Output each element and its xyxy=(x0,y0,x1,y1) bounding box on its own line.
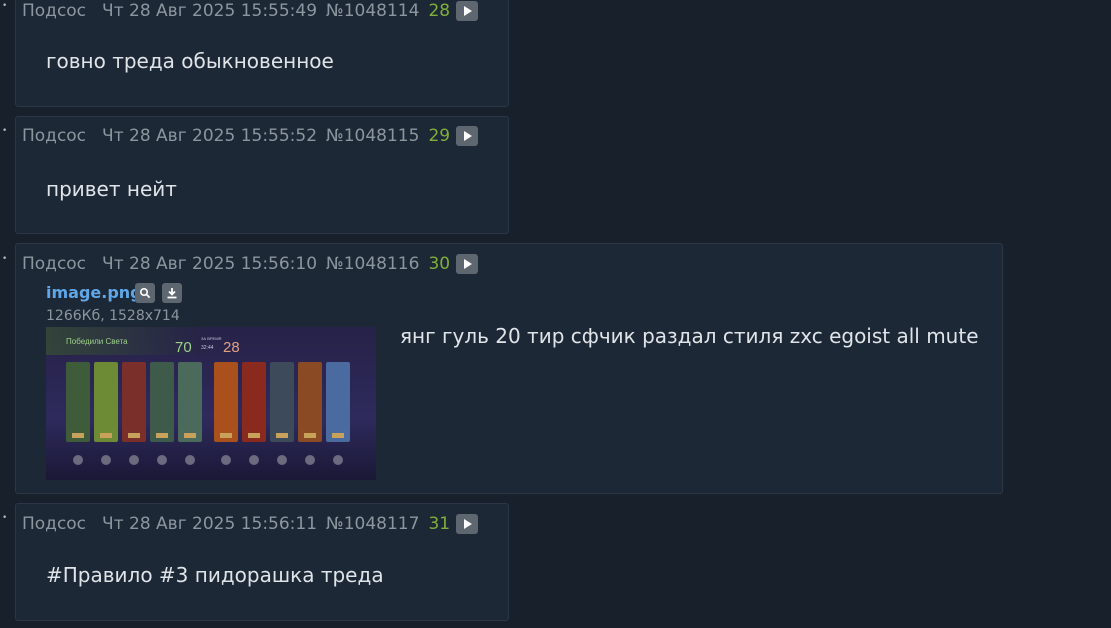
post-header: Подсос Чт 28 Авг 2025 15:56:10 №1048116 … xyxy=(22,253,479,275)
post-header: Подсос Чт 28 Авг 2025 15:56:11 №1048117 … xyxy=(22,513,479,535)
play-icon[interactable] xyxy=(456,254,479,274)
post-author: Подсос xyxy=(22,514,87,534)
post: Подсос Чт 28 Авг 2025 15:56:11 №1048117 … xyxy=(15,503,509,621)
post-number-link[interactable]: №1048114 xyxy=(326,1,419,21)
thumb-small-bottom: 32:44 xyxy=(201,345,214,351)
post-date: Чт 28 Авг 2025 15:56:10 xyxy=(102,254,318,274)
post-author: Подсос xyxy=(22,254,87,274)
post-text: #Правило #3 пидорашка треда xyxy=(46,563,384,587)
post: Подсос Чт 28 Авг 2025 15:56:10 №1048116 … xyxy=(15,243,1003,494)
thumbnail-art: Победили Света 70 ЗА ВРЕМЯ 32:44 28 xyxy=(46,327,376,480)
file-meta: 1266Кб, 1528x714 xyxy=(46,308,180,324)
thumb-title: Победили Света xyxy=(66,337,128,346)
play-icon[interactable] xyxy=(456,514,479,534)
play-icon[interactable] xyxy=(456,126,479,146)
post-header: Подсос Чт 28 Авг 2025 15:55:49 №1048114 … xyxy=(22,0,479,22)
post-marker: • xyxy=(2,1,8,11)
post-count: 31 xyxy=(428,514,451,534)
thumb-small-top: ЗА ВРЕМЯ xyxy=(201,336,222,341)
post-text: привет нейт xyxy=(46,177,177,201)
post: Подсос Чт 28 Авг 2025 15:55:49 №1048114 … xyxy=(15,0,509,107)
post-author: Подсос xyxy=(22,126,87,146)
magnifier-icon[interactable] xyxy=(135,283,155,303)
post-count: 29 xyxy=(428,126,451,146)
thread: • Подсос Чт 28 Авг 2025 15:55:49 №104811… xyxy=(0,0,1111,628)
post-number-link[interactable]: №1048116 xyxy=(326,254,419,274)
file-link[interactable]: image.png xyxy=(46,283,142,302)
thumb-score-left: 70 xyxy=(175,339,192,356)
image-thumbnail[interactable]: Победили Света 70 ЗА ВРЕМЯ 32:44 28 xyxy=(46,327,376,480)
download-icon[interactable] xyxy=(162,283,182,303)
post-header: Подсос Чт 28 Авг 2025 15:55:52 №1048115 … xyxy=(22,125,479,147)
post-marker: • xyxy=(2,254,8,264)
thumb-score-right: 28 xyxy=(223,339,240,356)
post-author: Подсос xyxy=(22,1,87,21)
post-date: Чт 28 Авг 2025 15:55:49 xyxy=(102,1,318,21)
post: Подсос Чт 28 Авг 2025 15:55:52 №1048115 … xyxy=(15,116,509,234)
post-marker: • xyxy=(2,126,8,136)
post-date: Чт 28 Авг 2025 15:56:11 xyxy=(102,514,318,534)
post-text: говно треда обыкновенное xyxy=(46,49,334,73)
play-icon[interactable] xyxy=(456,1,479,21)
post-text: янг гуль 20 тир сфчик раздал стиля zxc e… xyxy=(400,324,979,348)
post-count: 28 xyxy=(428,1,451,21)
post-count: 30 xyxy=(428,254,451,274)
post-marker: • xyxy=(2,513,8,523)
post-number-link[interactable]: №1048117 xyxy=(326,514,419,534)
post-number-link[interactable]: №1048115 xyxy=(326,126,419,146)
post-date: Чт 28 Авг 2025 15:55:52 xyxy=(102,126,318,146)
